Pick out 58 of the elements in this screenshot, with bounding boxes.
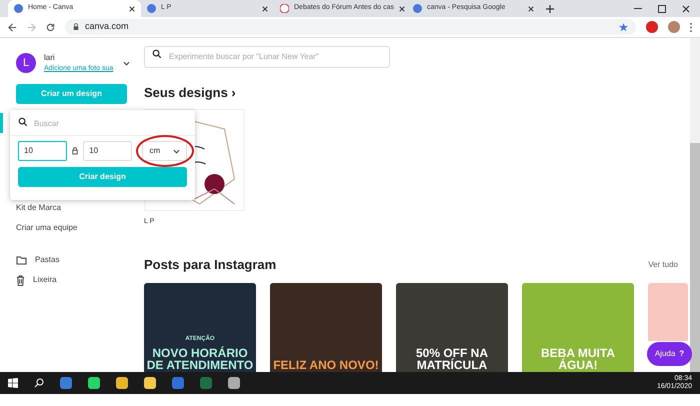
search-icon[interactable] <box>34 378 44 388</box>
avatar-icon[interactable] <box>668 21 680 33</box>
lock-icon[interactable] <box>72 147 78 155</box>
search-field[interactable]: Experimente buscar por "Lunar New Year" <box>144 46 390 68</box>
help-button[interactable]: Ajuda ? <box>647 342 692 366</box>
see-all-link[interactable]: Ver tudo <box>648 258 678 271</box>
annotation-circle <box>136 135 194 167</box>
chevron-icon <box>173 148 180 154</box>
favicon-icon <box>413 4 422 13</box>
app-icon[interactable] <box>88 377 100 389</box>
active-indicator <box>0 113 3 133</box>
scrollbar[interactable] <box>690 38 700 372</box>
user-avatar: L <box>16 53 36 73</box>
app-icon[interactable] <box>116 377 128 389</box>
close-icon[interactable] <box>399 6 405 12</box>
scrollbar-thumb[interactable] <box>690 143 700 372</box>
address-bar[interactable]: canva.com <box>65 19 636 35</box>
folder-icon <box>16 256 27 264</box>
popup-search-field[interactable]: Buscar <box>10 112 195 136</box>
template-text: FELIZ ANO NOVO! <box>273 358 379 370</box>
help-icon: ? <box>679 348 684 360</box>
reload-icon[interactable] <box>46 22 55 32</box>
close-icon[interactable] <box>528 6 534 12</box>
app-icon[interactable] <box>228 377 240 389</box>
new-tab-icon[interactable] <box>546 4 554 12</box>
section-heading: Posts para Instagram <box>144 256 276 274</box>
sidebar-item[interactable]: Pastas <box>16 250 130 270</box>
height-field[interactable]: 10 <box>83 141 132 161</box>
maximize-icon[interactable] <box>658 4 666 12</box>
favicon-icon <box>14 4 23 13</box>
template-text: NOVO HORÁRIO DE ATENDIMENTO <box>146 346 254 370</box>
search-icon <box>18 117 28 127</box>
close-icon[interactable] <box>262 6 268 12</box>
star-icon[interactable] <box>619 22 628 32</box>
favicon-icon <box>147 4 156 13</box>
close-icon[interactable] <box>682 4 690 12</box>
template-text: 50% OFF NA MATRÍCULA <box>414 346 489 370</box>
user-name: lari <box>44 52 56 63</box>
start-icon[interactable] <box>8 378 18 388</box>
extension-icon[interactable] <box>646 21 658 33</box>
app-icon[interactable] <box>144 377 156 389</box>
section-heading[interactable]: Seus designs › <box>144 83 236 102</box>
url-text: canva.com <box>85 20 129 34</box>
back-icon[interactable] <box>8 22 17 32</box>
sidebar-item[interactable]: Criar uma equipe <box>16 218 130 238</box>
lock-icon <box>73 23 79 31</box>
search-icon <box>152 49 162 59</box>
sidebar-item[interactable]: Kit de Marca <box>16 198 130 218</box>
trash-icon <box>16 274 25 286</box>
template-card[interactable]: FELIZ ANO NOVO! <box>270 282 382 372</box>
template-text: BEBA MUITA ÁGUA! <box>540 346 616 370</box>
favicon-icon <box>280 4 289 13</box>
sidebar-item[interactable]: Lixeira <box>16 270 130 290</box>
unit-dropdown[interactable]: cm <box>142 141 188 161</box>
chevron-icon[interactable] <box>123 60 130 66</box>
close-icon[interactable] <box>129 6 135 12</box>
width-field[interactable]: 10 <box>18 141 68 161</box>
template-card[interactable]: 50% OFF NA MATRÍCULA <box>396 282 508 372</box>
